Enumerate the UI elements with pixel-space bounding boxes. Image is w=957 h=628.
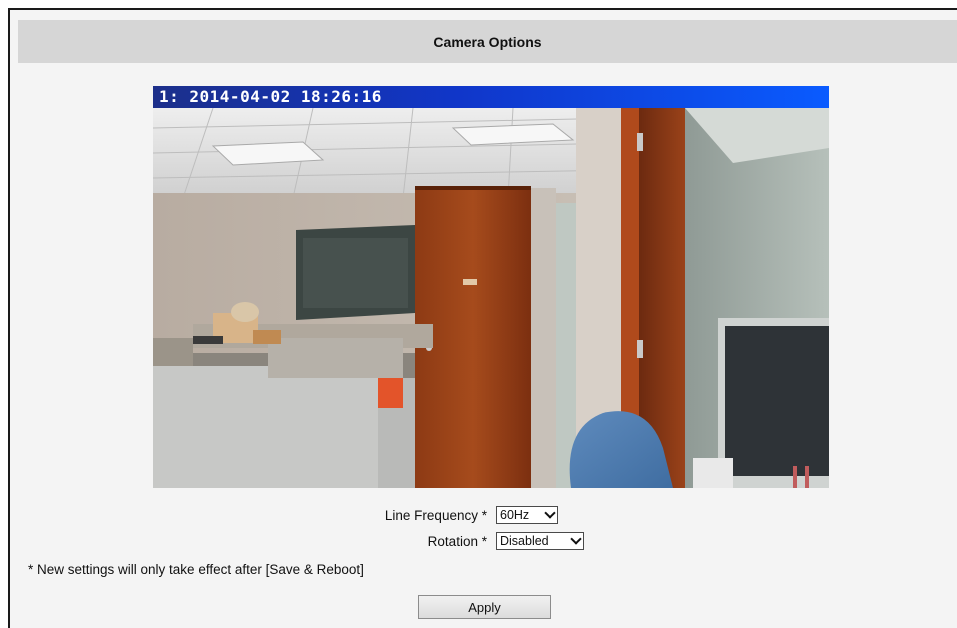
line-frequency-label: Line Frequency * <box>384 508 487 523</box>
rotation-label: Rotation * <box>427 534 487 549</box>
chevron-down-icon <box>543 506 557 524</box>
camera-timestamp-overlay: 1: 2014-04-02 18:26:16 <box>153 86 829 108</box>
line-frequency-value: 60Hz <box>500 508 530 522</box>
apply-button[interactable]: Apply <box>418 595 551 619</box>
rotation-select[interactable]: Disabled <box>496 532 584 550</box>
save-reboot-note: * New settings will only take effect aft… <box>28 562 364 577</box>
chevron-down-icon <box>569 532 583 550</box>
settings-panel: Camera Options 1: 2014-04-02 18:26:16 Li… <box>8 8 957 628</box>
line-frequency-select[interactable]: 60Hz <box>496 506 558 524</box>
rotation-value: Disabled <box>500 534 549 548</box>
